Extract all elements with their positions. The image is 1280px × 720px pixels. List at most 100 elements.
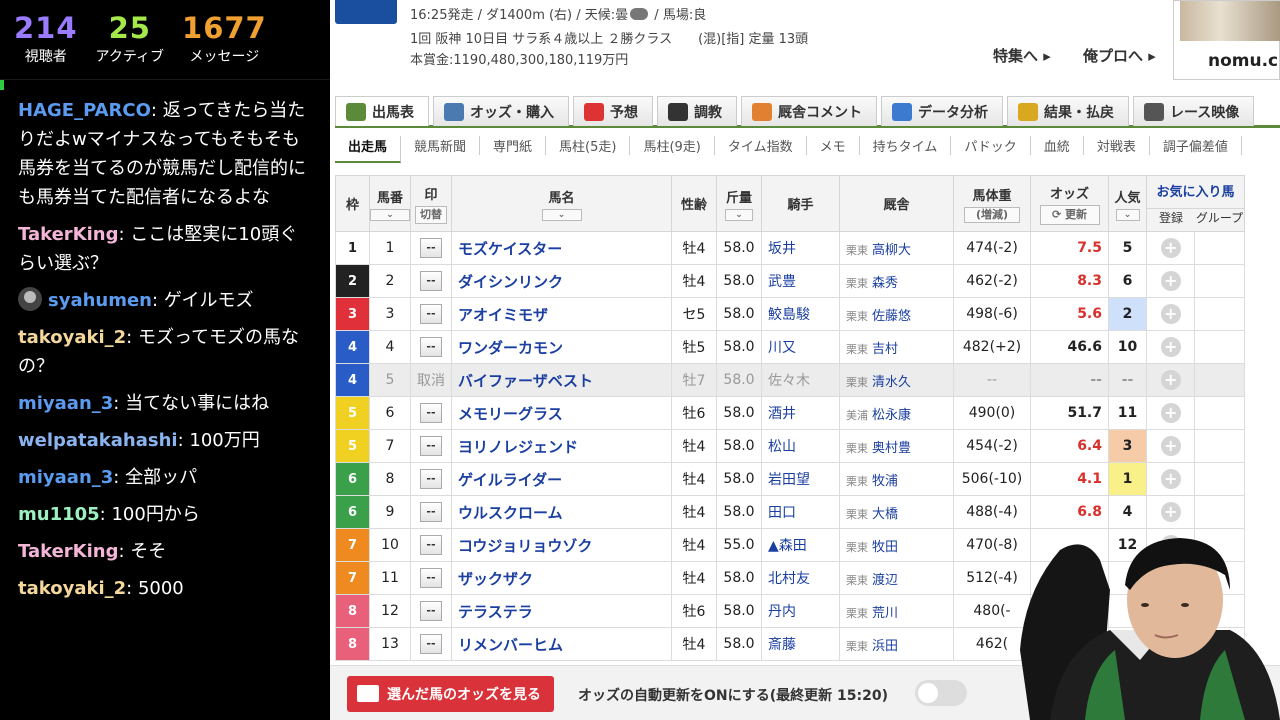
subnav-item[interactable]: 持ちタイム: [860, 135, 952, 155]
mark-button[interactable]: --: [420, 271, 442, 291]
subnav-item[interactable]: 専門紙: [480, 135, 547, 155]
plus-icon[interactable]: +: [1160, 403, 1181, 423]
jockey-link[interactable]: 田口: [761, 495, 840, 529]
subnav-item[interactable]: 馬柱(9走): [630, 135, 715, 155]
trainer-link[interactable]: 渡辺: [872, 573, 898, 588]
trainer-link[interactable]: 牧田: [872, 540, 898, 555]
subnav-item[interactable]: 馬柱(5走): [546, 135, 631, 155]
feature-link[interactable]: 特集へ ▸: [993, 45, 1051, 66]
orepuro-link[interactable]: 俺プロへ ▸: [1083, 45, 1156, 66]
subnav-item[interactable]: 調子偏差値: [1150, 135, 1242, 155]
subnav-item[interactable]: 血統: [1031, 135, 1084, 155]
chat-username[interactable]: TakerKing: [18, 541, 119, 562]
mark-button[interactable]: --: [420, 238, 442, 258]
trainer-link[interactable]: 森秀: [872, 276, 898, 291]
plus-icon[interactable]: +: [1160, 370, 1181, 390]
jockey-link[interactable]: 丹内: [761, 594, 840, 628]
tab-1[interactable]: オッズ・購入: [433, 96, 569, 126]
auto-update-toggle[interactable]: [915, 680, 967, 706]
subnav-item[interactable]: 対戦表: [1084, 135, 1150, 155]
jockey-link[interactable]: 坂井: [761, 231, 840, 265]
mark-button[interactable]: --: [420, 436, 442, 456]
trainer-link[interactable]: 牧浦: [872, 474, 898, 489]
trainer-link[interactable]: 吉村: [872, 342, 898, 357]
tab-3[interactable]: 調教: [657, 96, 737, 126]
subnav-item[interactable]: 競馬新聞: [401, 135, 481, 155]
tab-6[interactable]: 結果・払戻: [1007, 96, 1129, 126]
tab-5[interactable]: データ分析: [881, 96, 1003, 126]
mark-button[interactable]: --: [420, 634, 442, 654]
chat-username[interactable]: takoyaki_2: [18, 327, 126, 348]
jockey-link[interactable]: 武豊: [761, 264, 840, 298]
subnav-item[interactable]: タイム指数: [715, 135, 807, 155]
trainer-link[interactable]: 浜田: [872, 639, 898, 654]
horse-name-link[interactable]: ダイシンリンク: [451, 264, 672, 298]
jockey-link[interactable]: ▲森田: [761, 528, 840, 562]
tab-2[interactable]: 予想: [573, 96, 653, 126]
odds-refresh-button[interactable]: ⟳ 更新: [1039, 204, 1100, 225]
subnav-item[interactable]: 出走馬: [335, 135, 402, 163]
mark-button[interactable]: --: [420, 337, 442, 357]
chat-username[interactable]: miyaan_3: [18, 467, 113, 488]
mark-toggle-button[interactable]: 切替: [415, 205, 447, 224]
trainer-link[interactable]: 荒川: [872, 606, 898, 621]
col-umaban[interactable]: 馬番 ⌄: [369, 175, 411, 232]
col-body[interactable]: 馬体重 (増減): [953, 175, 1031, 232]
body-sort-button[interactable]: (増減): [964, 206, 1020, 223]
plus-icon[interactable]: +: [1160, 271, 1181, 291]
jockey-link[interactable]: 鮫島駿: [761, 297, 840, 331]
plus-icon[interactable]: +: [1160, 436, 1181, 456]
plus-icon[interactable]: +: [1160, 502, 1181, 522]
horse-name-link[interactable]: ウルスクローム: [451, 495, 672, 529]
jockey-link[interactable]: 北村友: [761, 561, 840, 595]
horse-name-link[interactable]: ヨリノレジェンド: [451, 429, 672, 463]
horse-name-link[interactable]: バイファーザベスト: [451, 363, 672, 397]
jockey-link[interactable]: 斎藤: [761, 627, 840, 661]
chat-username[interactable]: mu1105: [18, 504, 100, 525]
mark-button[interactable]: --: [420, 403, 442, 423]
horse-name-link[interactable]: ザックザク: [451, 561, 672, 595]
subnav-item[interactable]: パドック: [951, 135, 1031, 155]
horse-name-link[interactable]: ゲイルライダー: [451, 462, 672, 496]
mark-button[interactable]: --: [420, 535, 442, 555]
view-selected-odds-button[interactable]: 選んだ馬のオッズを見る: [347, 676, 554, 712]
jockey-link[interactable]: 佐々木: [761, 363, 840, 397]
horse-name-link[interactable]: メモリーグラス: [451, 396, 672, 430]
mark-button[interactable]: --: [420, 469, 442, 489]
tab-4[interactable]: 厩舎コメント: [741, 96, 877, 126]
sort-chevron-icon[interactable]: ⌄: [1115, 208, 1140, 221]
mark-button[interactable]: --: [420, 601, 442, 621]
chat-username[interactable]: takoyaki_2: [18, 578, 126, 599]
trainer-link[interactable]: 奥村豊: [872, 441, 911, 456]
ad-banner[interactable]: nomu.c: [1173, 0, 1280, 80]
jockey-link[interactable]: 岩田望: [761, 462, 840, 496]
trainer-link[interactable]: 清水久: [872, 375, 911, 390]
plus-icon[interactable]: +: [1160, 337, 1181, 357]
jockey-link[interactable]: 松山: [761, 429, 840, 463]
jockey-link[interactable]: 酒井: [761, 396, 840, 430]
chat-username[interactable]: TakerKing: [18, 224, 119, 245]
horse-name-link[interactable]: リメンバーヒム: [451, 627, 672, 661]
mark-button[interactable]: --: [420, 568, 442, 588]
mark-button[interactable]: --: [420, 304, 442, 324]
horse-name-link[interactable]: コウジョリョウゾク: [451, 528, 672, 562]
tab-0[interactable]: 出馬表: [335, 96, 429, 126]
chat-username[interactable]: HAGE_PARCO: [18, 100, 151, 121]
sort-chevron-icon[interactable]: ⌄: [370, 208, 410, 221]
col-weight[interactable]: 斤量 ⌄: [716, 175, 762, 232]
plus-icon[interactable]: +: [1160, 469, 1181, 489]
horse-name-link[interactable]: アオイミモザ: [451, 297, 672, 331]
plus-icon[interactable]: +: [1160, 238, 1181, 258]
trainer-link[interactable]: 高柳大: [872, 243, 911, 258]
horse-name-link[interactable]: ワンダーカモン: [451, 330, 672, 364]
trainer-link[interactable]: 佐藤悠: [872, 309, 911, 324]
sort-chevron-icon[interactable]: ⌄: [541, 208, 582, 221]
subnav-item[interactable]: メモ: [807, 135, 860, 155]
jockey-link[interactable]: 川又: [761, 330, 840, 364]
plus-icon[interactable]: +: [1160, 304, 1181, 324]
col-name[interactable]: 馬名 ⌄: [451, 175, 672, 232]
trainer-link[interactable]: 松永康: [872, 408, 911, 423]
horse-name-link[interactable]: テラステラ: [451, 594, 672, 628]
tab-7[interactable]: レース映像: [1133, 96, 1255, 126]
trainer-link[interactable]: 大橋: [872, 507, 898, 522]
